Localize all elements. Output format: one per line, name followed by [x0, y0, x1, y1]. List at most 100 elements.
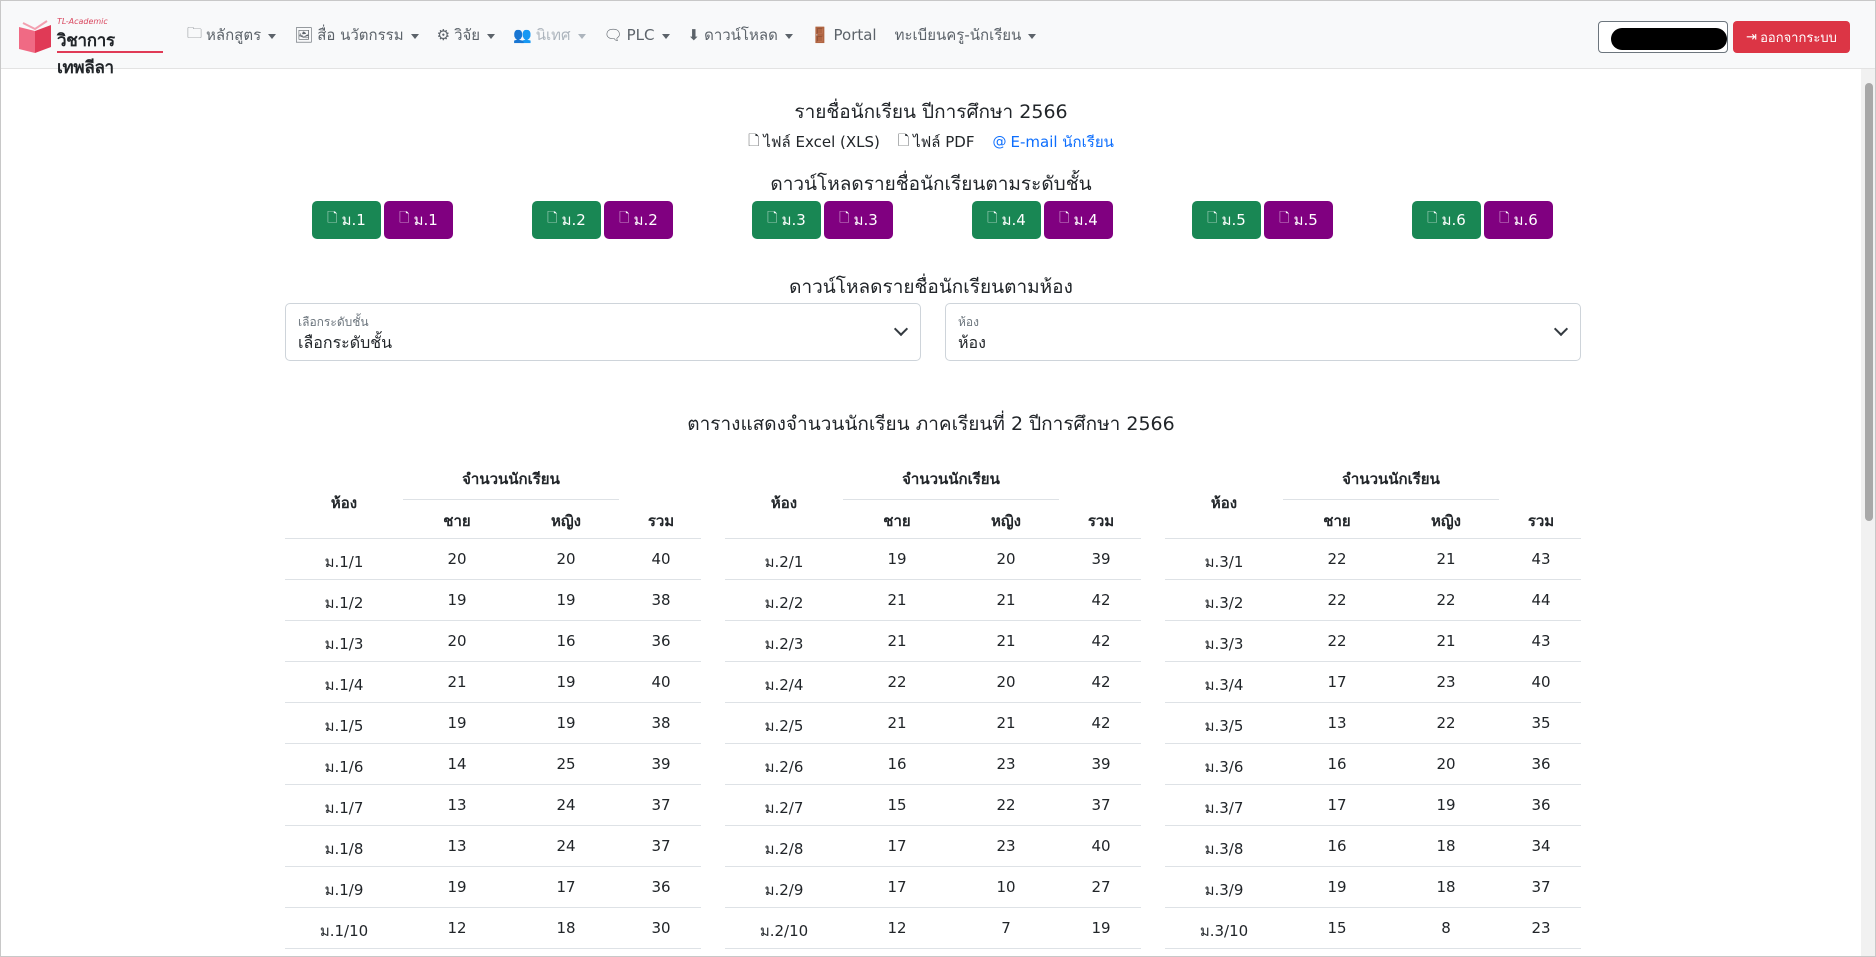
nav-item-7[interactable]: ทะเบียนครู-นักเรียน — [895, 23, 1037, 47]
pdf-level-button[interactable]: 🗋 ม.1 — [384, 201, 453, 239]
table-row: ม.1/7 13 24 37 — [285, 785, 701, 826]
table-row: ม.3/2 22 22 44 — [1165, 580, 1581, 621]
male-cell: 16 — [887, 755, 907, 773]
table-row: ม.2/1 19 20 39 — [725, 539, 1141, 580]
nav-item-6[interactable]: 🚪 Portal — [811, 26, 877, 44]
header-female: หญิง — [551, 512, 581, 530]
excel-level-button[interactable]: 🗋 ม.4 — [972, 201, 1041, 239]
excel-file-icon: 🗋 — [987, 211, 998, 226]
total-cell: 34 — [1531, 837, 1551, 855]
total-cell: 40 — [1091, 837, 1111, 855]
total-cell: 42 — [1091, 714, 1111, 732]
total-cell: 23 — [1531, 919, 1551, 937]
room-cell: ม.2/10 — [759, 922, 809, 940]
pdf-level-button[interactable]: 🗋 ม.5 — [1264, 201, 1333, 239]
table-row: ม.2/10 12 7 19 — [725, 908, 1141, 949]
nav-item-label: สื่อ นวัตกรรม — [317, 26, 404, 44]
female-cell: 21 — [996, 714, 1016, 732]
room-cell: ม.2/3 — [764, 635, 804, 653]
room-cell: ม.1/4 — [324, 676, 364, 694]
nav-item-2[interactable]: ⚙ วิจัย — [437, 23, 496, 47]
excel-level-button[interactable]: 🗋 ม.3 — [752, 201, 821, 239]
excel-level-button[interactable]: 🗋 ม.6 — [1412, 201, 1481, 239]
total-cell: 35 — [1531, 714, 1551, 732]
female-cell: 19 — [556, 673, 576, 691]
nav-item-5[interactable]: ⬇ ดาวน์โหลด — [688, 23, 793, 47]
header-room: ห้อง — [1210, 494, 1238, 512]
table-header: ห้อง จำนวนนักเรียน ชาย หญิง รวม — [1165, 463, 1581, 539]
total-cell: 38 — [651, 714, 671, 732]
page-title: รายชื่อนักเรียน ปีการศึกษา 2566 — [794, 101, 1068, 123]
female-cell: 18 — [1436, 878, 1456, 896]
male-cell: 20 — [447, 632, 467, 650]
table-row: ม.1/5 19 19 38 — [285, 703, 701, 744]
male-cell: 16 — [1327, 755, 1347, 773]
header-male: ชาย — [443, 512, 471, 530]
excel-file-icon: 🗋 — [547, 211, 558, 226]
download-links: 🗋 ไฟล์ Excel (XLS) 🗋 ไฟล์ PDF @ E-mail นักเรี… — [1, 130, 1861, 154]
male-cell: 22 — [1327, 632, 1347, 650]
total-cell: 27 — [1091, 878, 1111, 896]
level-select[interactable]: เลือกระดับชั้น เลือกระดับชั้น — [285, 303, 921, 361]
nav-item-label: Portal — [833, 26, 877, 44]
pdf-file-link[interactable]: 🗋 ไฟล์ PDF — [898, 130, 975, 154]
header-female: หญิง — [991, 512, 1021, 530]
level-label: ม.6 — [1441, 211, 1466, 229]
female-cell: 21 — [1436, 550, 1456, 568]
table-row: ม.2/5 21 21 42 — [725, 703, 1141, 744]
total-cell: 43 — [1531, 632, 1551, 650]
nav-item-3[interactable]: 👥 นิเทศ — [513, 23, 586, 47]
total-cell: 37 — [651, 837, 671, 855]
female-cell: 22 — [1436, 714, 1456, 732]
level-group-4: 🗋 ม.4 🗋 ม.4 — [972, 201, 1116, 239]
room-select[interactable]: ห้อง ห้อง — [945, 303, 1581, 361]
student-count-table-m3: ห้อง จำนวนนักเรียน ชาย หญิง รวม ม.3/1 22 21 43 ม.… — [1165, 463, 1581, 949]
female-cell: 21 — [1436, 632, 1456, 650]
pdf-level-button[interactable]: 🗋 ม.2 — [604, 201, 673, 239]
room-cell: ม.3/10 — [1199, 922, 1249, 940]
pdf-file-icon: 🗋 — [1279, 211, 1290, 226]
scrollbar-thumb[interactable] — [1865, 83, 1873, 521]
level-label: ม.4 — [1073, 211, 1098, 229]
room-cell: ม.1/6 — [324, 758, 364, 776]
brand-logo[interactable]: TL-Academic วิชาการเทพลีลา — [17, 15, 167, 78]
book-logo-icon — [19, 20, 51, 53]
female-cell: 23 — [1436, 673, 1456, 691]
room-cell: ม.1/5 — [324, 717, 364, 735]
excel-level-button[interactable]: 🗋 ม.5 — [1192, 201, 1261, 239]
table-row: ม.3/3 22 21 43 — [1165, 621, 1581, 662]
room-select-value: ห้อง — [958, 333, 986, 352]
table-row: ม.3/9 19 18 37 — [1165, 867, 1581, 908]
excel-level-button[interactable]: 🗋 ม.1 — [312, 201, 381, 239]
pdf-level-button[interactable]: 🗋 ม.6 — [1484, 201, 1553, 239]
student-count-table-m2: ห้อง จำนวนนักเรียน ชาย หญิง รวม ม.2/1 19 20 39 ม.… — [725, 463, 1141, 949]
level-label: ม.6 — [1513, 211, 1538, 229]
total-cell: 39 — [1091, 755, 1111, 773]
nav-item-0[interactable]: 🗀 หลักสูตร — [187, 23, 277, 48]
table-header: ห้อง จำนวนนักเรียน ชาย หญิง รวม — [285, 463, 701, 539]
male-cell: 22 — [1327, 550, 1347, 568]
female-cell: 17 — [556, 878, 576, 896]
logout-button[interactable]: ⇥ ออกจากระบบ — [1733, 21, 1850, 53]
vertical-scrollbar[interactable] — [1861, 69, 1875, 956]
user-name-box[interactable] — [1598, 21, 1728, 53]
pdf-level-button[interactable]: 🗋 ม.4 — [1044, 201, 1113, 239]
excel-file-link[interactable]: 🗋 ไฟล์ Excel (XLS) — [748, 130, 880, 154]
excel-level-button[interactable]: 🗋 ม.2 — [532, 201, 601, 239]
level-group-2: 🗋 ม.2 🗋 ม.2 — [532, 201, 676, 239]
brand-title: วิชาการเทพลีลา — [57, 31, 115, 78]
level-select-value: เลือกระดับชั้น — [298, 333, 393, 352]
table-row: ม.3/6 16 20 36 — [1165, 744, 1581, 785]
level-label: ม.1 — [413, 211, 438, 229]
nav-item-4[interactable]: 🗨 PLC — [604, 26, 670, 44]
logout-label: ออกจากระบบ — [1760, 30, 1837, 46]
pdf-level-button[interactable]: 🗋 ม.3 — [824, 201, 893, 239]
table-row: ม.3/5 13 22 35 — [1165, 703, 1581, 744]
total-cell: 42 — [1091, 591, 1111, 609]
email-students-link[interactable]: @ E-mail นักเรียน — [993, 130, 1114, 154]
folder-icon: 🗀 — [187, 23, 203, 42]
total-cell: 40 — [1531, 673, 1551, 691]
male-cell: 22 — [1327, 591, 1347, 609]
nav-item-1[interactable]: 🖼 สื่อ นวัตกรรม — [294, 23, 419, 47]
male-cell: 17 — [1327, 796, 1347, 814]
